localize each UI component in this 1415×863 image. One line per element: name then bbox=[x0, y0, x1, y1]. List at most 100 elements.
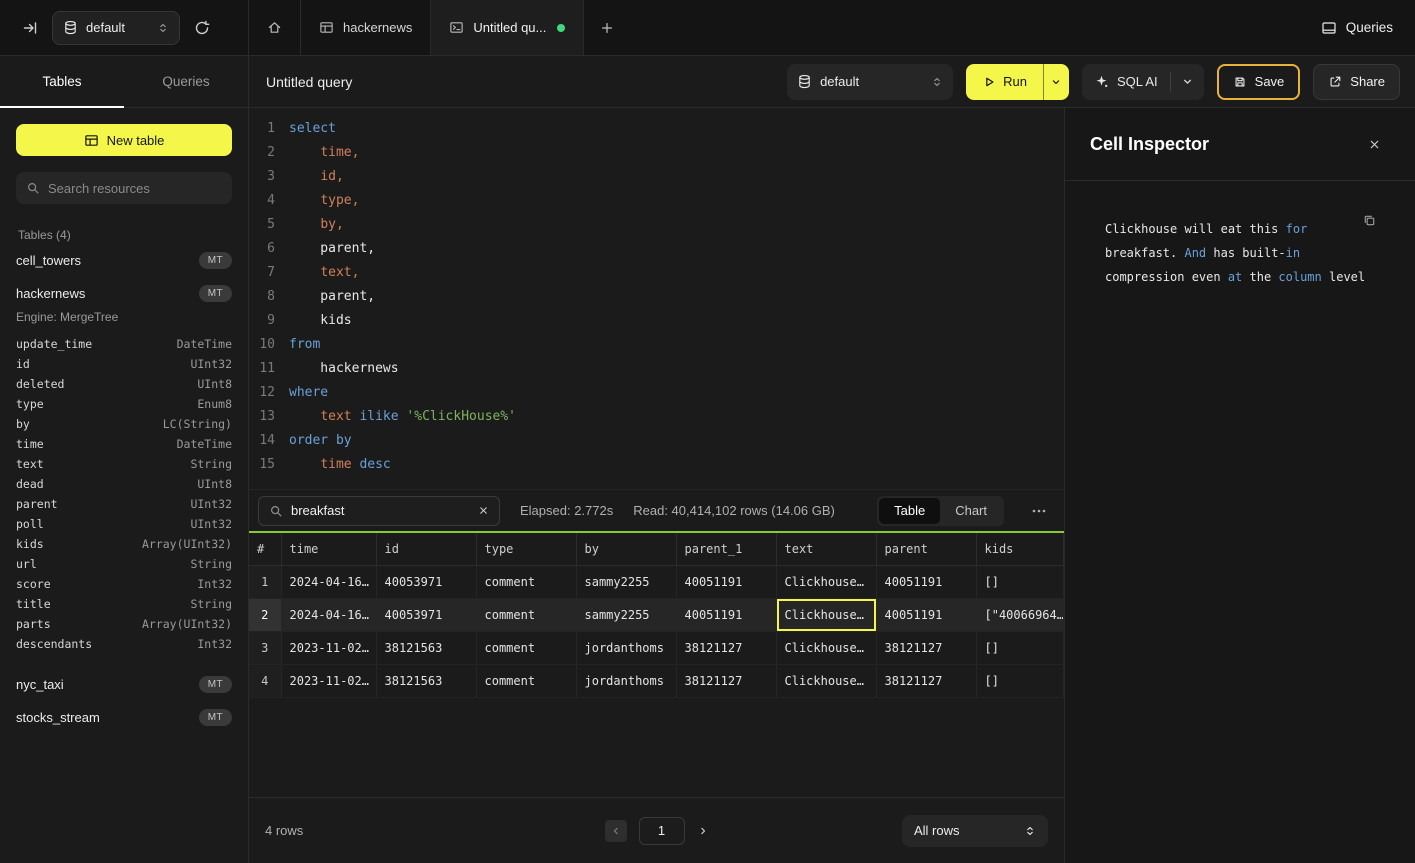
column-header[interactable]: by bbox=[576, 533, 676, 565]
table-cell[interactable]: 2023-11-02… bbox=[281, 631, 376, 664]
table-cell[interactable]: sammy2255 bbox=[576, 565, 676, 598]
table-cell[interactable]: 40051191 bbox=[676, 565, 776, 598]
table-cell[interactable]: 2023-11-02… bbox=[281, 664, 376, 697]
page-size-select[interactable]: All rows bbox=[902, 815, 1048, 847]
share-button[interactable]: Share bbox=[1313, 64, 1400, 100]
editor-line[interactable]: 7 text, bbox=[249, 261, 1064, 285]
sidebar-tab-tables[interactable]: Tables bbox=[0, 56, 124, 107]
table-cell[interactable]: ["40066964… bbox=[976, 598, 1064, 631]
refresh-button[interactable] bbox=[194, 20, 210, 36]
column-row[interactable]: deadUInt8 bbox=[16, 474, 232, 494]
column-row[interactable]: partsArray(UInt32) bbox=[16, 614, 232, 634]
table-cell[interactable]: Clickhouse… bbox=[776, 664, 876, 697]
table-cell[interactable]: [] bbox=[976, 631, 1064, 664]
column-row[interactable]: byLC(String) bbox=[16, 414, 232, 434]
row-number-cell[interactable]: 2 bbox=[249, 598, 281, 631]
save-button[interactable]: Save bbox=[1217, 64, 1301, 100]
sidebar-table-hackernews[interactable]: hackernews MT bbox=[16, 277, 232, 310]
table-cell[interactable]: [] bbox=[976, 664, 1064, 697]
table-cell[interactable]: jordanthoms bbox=[576, 631, 676, 664]
column-row[interactable]: timeDateTime bbox=[16, 434, 232, 454]
resource-search-input[interactable] bbox=[48, 181, 222, 196]
collapse-sidebar-button[interactable] bbox=[22, 20, 38, 36]
column-row[interactable]: parentUInt32 bbox=[16, 494, 232, 514]
table-cell[interactable]: comment bbox=[476, 664, 576, 697]
table-cell[interactable]: jordanthoms bbox=[576, 664, 676, 697]
editor-line[interactable]: 11 hackernews bbox=[249, 357, 1064, 381]
editor-line[interactable]: 14order by bbox=[249, 429, 1064, 453]
column-header[interactable]: time bbox=[281, 533, 376, 565]
query-database-select[interactable]: default bbox=[787, 64, 953, 100]
view-table-button[interactable]: Table bbox=[879, 498, 940, 524]
new-table-button[interactable]: New table bbox=[16, 124, 232, 156]
column-row[interactable]: deletedUInt8 bbox=[16, 374, 232, 394]
tab-home[interactable] bbox=[249, 0, 301, 55]
table-cell[interactable]: Clickhouse… bbox=[776, 598, 876, 631]
table-cell[interactable]: 38121127 bbox=[876, 631, 976, 664]
previous-page-button[interactable] bbox=[605, 820, 627, 842]
table-cell[interactable]: Clickhouse… bbox=[776, 631, 876, 664]
new-tab-button[interactable] bbox=[584, 0, 630, 55]
column-header[interactable]: type bbox=[476, 533, 576, 565]
editor-line[interactable]: 5 by, bbox=[249, 213, 1064, 237]
tab-untitled-query[interactable]: Untitled qu... bbox=[431, 0, 584, 55]
column-row[interactable]: scoreInt32 bbox=[16, 574, 232, 594]
table-cell[interactable]: 2024-04-16… bbox=[281, 598, 376, 631]
column-row[interactable]: pollUInt32 bbox=[16, 514, 232, 534]
column-header[interactable]: id bbox=[376, 533, 476, 565]
column-header[interactable]: parent bbox=[876, 533, 976, 565]
results-search[interactable] bbox=[258, 496, 500, 526]
table-cell[interactable]: 2024-04-16… bbox=[281, 565, 376, 598]
more-options-button[interactable] bbox=[1024, 503, 1054, 519]
editor-line[interactable]: 15 time desc bbox=[249, 453, 1064, 477]
sidebar-tab-queries[interactable]: Queries bbox=[124, 56, 248, 107]
table-cell[interactable]: 40053971 bbox=[376, 565, 476, 598]
queries-button[interactable]: Queries bbox=[1321, 20, 1393, 36]
table-cell[interactable]: 38121127 bbox=[876, 664, 976, 697]
column-row[interactable]: textString bbox=[16, 454, 232, 474]
run-options-button[interactable] bbox=[1043, 64, 1069, 100]
table-cell[interactable]: comment bbox=[476, 598, 576, 631]
database-select[interactable]: default bbox=[52, 11, 180, 45]
table-cell[interactable]: comment bbox=[476, 565, 576, 598]
table-cell[interactable]: 40053971 bbox=[376, 598, 476, 631]
table-cell[interactable]: 38121563 bbox=[376, 631, 476, 664]
sql-ai-button[interactable]: SQL AI bbox=[1082, 64, 1204, 100]
page-number-input[interactable]: 1 bbox=[639, 817, 685, 845]
column-row[interactable]: typeEnum8 bbox=[16, 394, 232, 414]
editor-line[interactable]: 9 kids bbox=[249, 309, 1064, 333]
table-cell[interactable]: 40051191 bbox=[676, 598, 776, 631]
editor-line[interactable]: 6 parent, bbox=[249, 237, 1064, 261]
sidebar-table-stocks-stream[interactable]: stocks_stream MT bbox=[16, 701, 232, 734]
sidebar-table-cell-towers[interactable]: cell_towers MT bbox=[16, 244, 232, 277]
sidebar-table-nyc-taxi[interactable]: nyc_taxi MT bbox=[16, 668, 232, 701]
sql-editor[interactable]: 1select2 time,3 id,4 type,5 by,6 parent,… bbox=[249, 108, 1064, 489]
editor-line[interactable]: 8 parent, bbox=[249, 285, 1064, 309]
clear-search-button[interactable] bbox=[478, 505, 489, 516]
column-row[interactable]: update_timeDateTime bbox=[16, 334, 232, 354]
column-row[interactable]: kidsArray(UInt32) bbox=[16, 534, 232, 554]
resource-search[interactable] bbox=[16, 172, 232, 204]
column-row[interactable]: idUInt32 bbox=[16, 354, 232, 374]
row-number-cell[interactable]: 4 bbox=[249, 664, 281, 697]
table-cell[interactable]: Clickhouse… bbox=[776, 565, 876, 598]
run-button[interactable]: Run bbox=[966, 64, 1043, 100]
row-number-cell[interactable]: 1 bbox=[249, 565, 281, 598]
editor-line[interactable]: 13 text ilike '%ClickHouse%' bbox=[249, 405, 1064, 429]
results-search-input[interactable] bbox=[291, 503, 470, 518]
column-header[interactable]: parent_1 bbox=[676, 533, 776, 565]
editor-line[interactable]: 10from bbox=[249, 333, 1064, 357]
row-number-cell[interactable]: 3 bbox=[249, 631, 281, 664]
column-header[interactable]: kids bbox=[976, 533, 1064, 565]
column-header[interactable]: # bbox=[249, 533, 281, 565]
editor-line[interactable]: 1select bbox=[249, 117, 1064, 141]
view-chart-button[interactable]: Chart bbox=[940, 498, 1002, 524]
table-cell[interactable]: [] bbox=[976, 565, 1064, 598]
editor-line[interactable]: 2 time, bbox=[249, 141, 1064, 165]
column-row[interactable]: urlString bbox=[16, 554, 232, 574]
column-row[interactable]: descendantsInt32 bbox=[16, 634, 232, 654]
column-header[interactable]: text bbox=[776, 533, 876, 565]
editor-line[interactable]: 3 id, bbox=[249, 165, 1064, 189]
next-page-button[interactable] bbox=[697, 825, 709, 837]
table-cell[interactable]: 38121127 bbox=[676, 631, 776, 664]
